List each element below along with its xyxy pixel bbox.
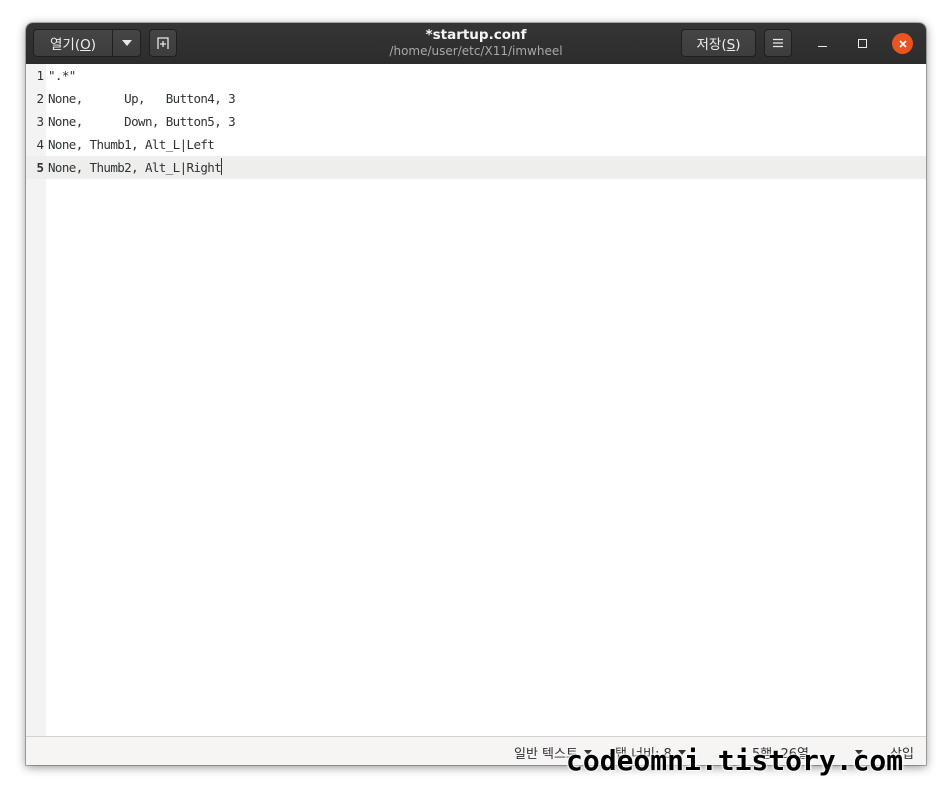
editor-line[interactable]: 3 None, Down, Button5, 3 <box>26 110 926 133</box>
save-button-label: 저장(S) <box>696 37 741 53</box>
line-number: 3 <box>36 114 44 129</box>
line-text[interactable]: None, Up, Button4, 3 <box>48 87 236 110</box>
chevron-down-icon <box>121 40 132 46</box>
line-number: 2 <box>36 91 44 106</box>
open-recent-menu-button[interactable] <box>112 29 141 57</box>
text-editor-window: 열기(O) *startup.conf /home/user/etc/X11/i… <box>26 23 926 765</box>
close-icon <box>898 39 907 48</box>
minimize-button[interactable] <box>812 33 833 54</box>
hamburger-icon <box>773 38 783 48</box>
maximize-icon <box>858 39 867 48</box>
main-menu-button[interactable] <box>764 29 792 57</box>
open-button-label: 열기(O) <box>49 37 97 53</box>
text-cursor <box>221 158 223 175</box>
maximize-button[interactable] <box>852 33 873 54</box>
line-number-current: 5 <box>36 160 44 175</box>
line-text[interactable]: ".*" <box>48 64 76 87</box>
new-tab-icon <box>157 37 169 49</box>
new-tab-button[interactable] <box>149 29 177 57</box>
editor-line[interactable]: 1 ".*" <box>26 64 926 87</box>
editor-line-current[interactable]: 5 None, Thumb2, Alt_L|Right <box>26 156 926 179</box>
line-number: 1 <box>36 68 44 83</box>
header-bar: 열기(O) *startup.conf /home/user/etc/X11/i… <box>26 23 926 65</box>
save-button[interactable]: 저장(S) <box>681 29 756 57</box>
line-number: 4 <box>36 137 44 152</box>
window-title: *startup.conf <box>425 27 527 43</box>
line-text-current[interactable]: None, Thumb2, Alt_L|Right <box>48 156 223 179</box>
close-button[interactable] <box>892 33 913 54</box>
editor-line[interactable]: 2 None, Up, Button4, 3 <box>26 87 926 110</box>
watermark-text: codeomni.tistory.com <box>566 744 904 777</box>
window-title-area: *startup.conf /home/user/etc/X11/imwheel <box>326 27 626 59</box>
line-text[interactable]: None, Down, Button5, 3 <box>48 110 236 133</box>
text-editor-area[interactable]: 1 ".*" 2 None, Up, Button4, 3 3 None, Do… <box>26 64 926 736</box>
minimize-icon <box>818 46 827 47</box>
file-path: /home/user/etc/X11/imwheel <box>389 44 563 58</box>
editor-line[interactable]: 4 None, Thumb1, Alt_L|Left <box>26 133 926 156</box>
open-button[interactable]: 열기(O) <box>33 29 113 57</box>
line-text[interactable]: None, Thumb1, Alt_L|Left <box>48 133 215 156</box>
